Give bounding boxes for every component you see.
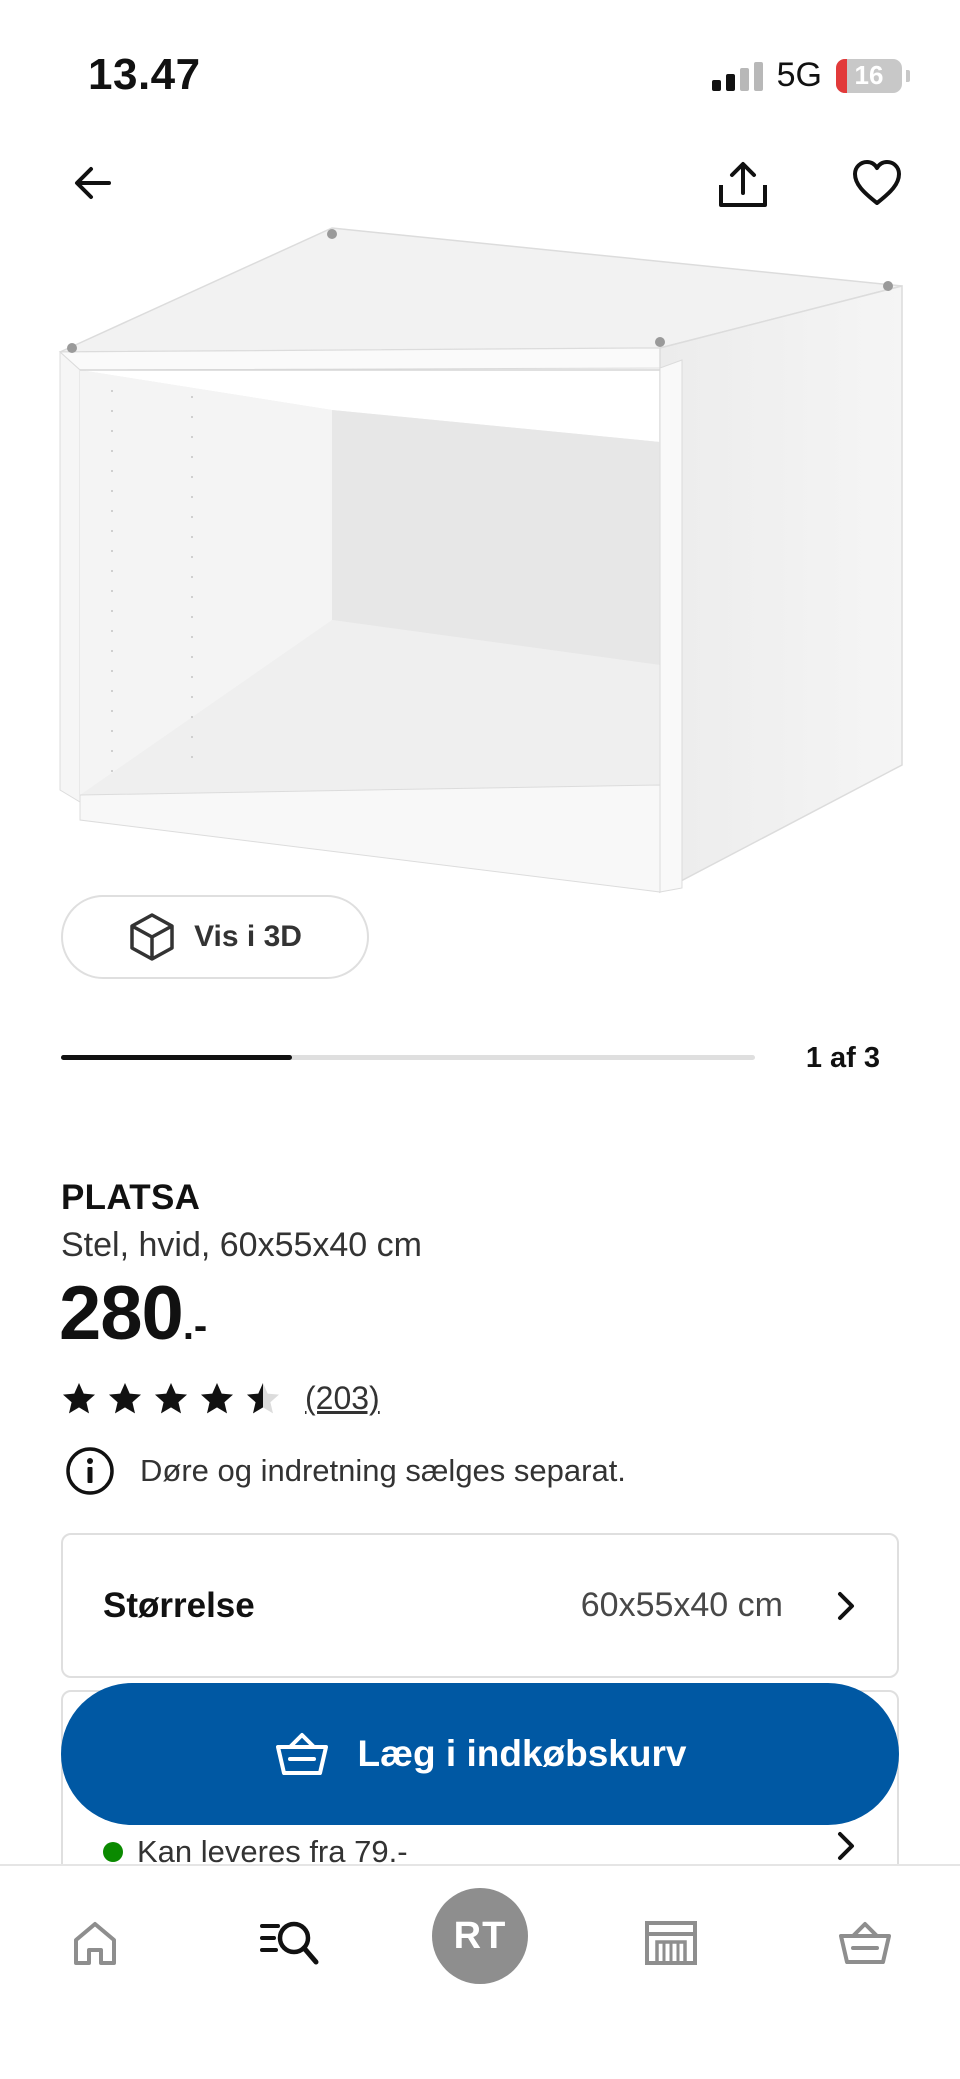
info-icon — [66, 1447, 114, 1495]
store-icon — [645, 1921, 697, 1965]
status-time: 13.47 — [88, 50, 201, 99]
star-icon — [155, 1382, 187, 1413]
notice-text: Døre og indretning sælges separat. — [140, 1453, 626, 1488]
rating[interactable]: (203) — [61, 1380, 380, 1417]
view-3d-label: Vis i 3D — [194, 920, 302, 953]
product-description: Stel, hvid, 60x55x40 cm — [61, 1226, 422, 1264]
gallery-counter: 1 af 3 — [805, 1042, 880, 1074]
product-name: PLATSA — [61, 1178, 201, 1217]
battery-icon: 16 — [836, 58, 902, 93]
size-label: Størrelse — [103, 1585, 255, 1625]
home-icon — [74, 1922, 116, 1965]
rating-stars — [61, 1381, 281, 1417]
star-icon — [63, 1382, 95, 1413]
favorite-button[interactable] — [842, 148, 912, 218]
price-amount: 280 — [59, 1271, 184, 1356]
bottom-tab-bar: RT — [0, 1864, 960, 2079]
tab-home[interactable] — [60, 1908, 130, 1978]
chevron-right-icon — [835, 1830, 857, 1867]
star-icon — [109, 1382, 141, 1413]
profile-initials: RT — [453, 1914, 507, 1957]
share-button[interactable] — [708, 150, 778, 220]
basket-icon — [275, 1733, 328, 1775]
arrow-left-icon — [75, 167, 111, 199]
star-icon — [247, 1382, 279, 1413]
signal-icon — [711, 61, 763, 91]
gallery-progress-fill — [61, 1055, 293, 1060]
star-icon — [201, 1382, 233, 1413]
gallery-progress-track — [61, 1055, 755, 1060]
share-icon — [719, 162, 767, 207]
rating-count[interactable]: (203) — [305, 1380, 380, 1417]
product-image[interactable] — [40, 220, 920, 900]
status-indicators: 5G 16 — [711, 56, 910, 95]
battery-level: 16 — [854, 60, 884, 90]
tab-search[interactable] — [252, 1904, 328, 1980]
add-to-cart-label: Læg i indkøbskurv — [357, 1733, 687, 1774]
heart-icon — [853, 160, 901, 205]
availability-dot — [103, 1842, 123, 1862]
tab-cart[interactable] — [830, 1908, 900, 1978]
product-price: 280 .- — [59, 1276, 207, 1352]
product-page: 13.47 5G 16 Vis i 3D 1 af 3 PLATSA Stel,… — [0, 0, 960, 2079]
back-button[interactable] — [58, 148, 128, 218]
price-suffix: .- — [182, 1304, 208, 1348]
basket-icon — [839, 1922, 891, 1964]
search-list-icon — [260, 1921, 319, 1965]
tab-store[interactable] — [636, 1908, 706, 1978]
separate-sale-notice: Døre og indretning sælges separat. — [64, 1445, 626, 1497]
size-selector[interactable]: Størrelse 60x55x40 cm — [61, 1533, 899, 1678]
network-type: 5G — [776, 56, 822, 94]
view-3d-button[interactable]: Vis i 3D — [61, 895, 369, 979]
add-to-cart-button[interactable]: Læg i indkøbskurv — [61, 1683, 899, 1825]
cube-icon — [130, 913, 174, 961]
size-value: 60x55x40 cm — [580, 1586, 783, 1624]
chevron-right-icon — [835, 1590, 857, 1622]
tab-profile[interactable]: RT — [432, 1888, 528, 1984]
